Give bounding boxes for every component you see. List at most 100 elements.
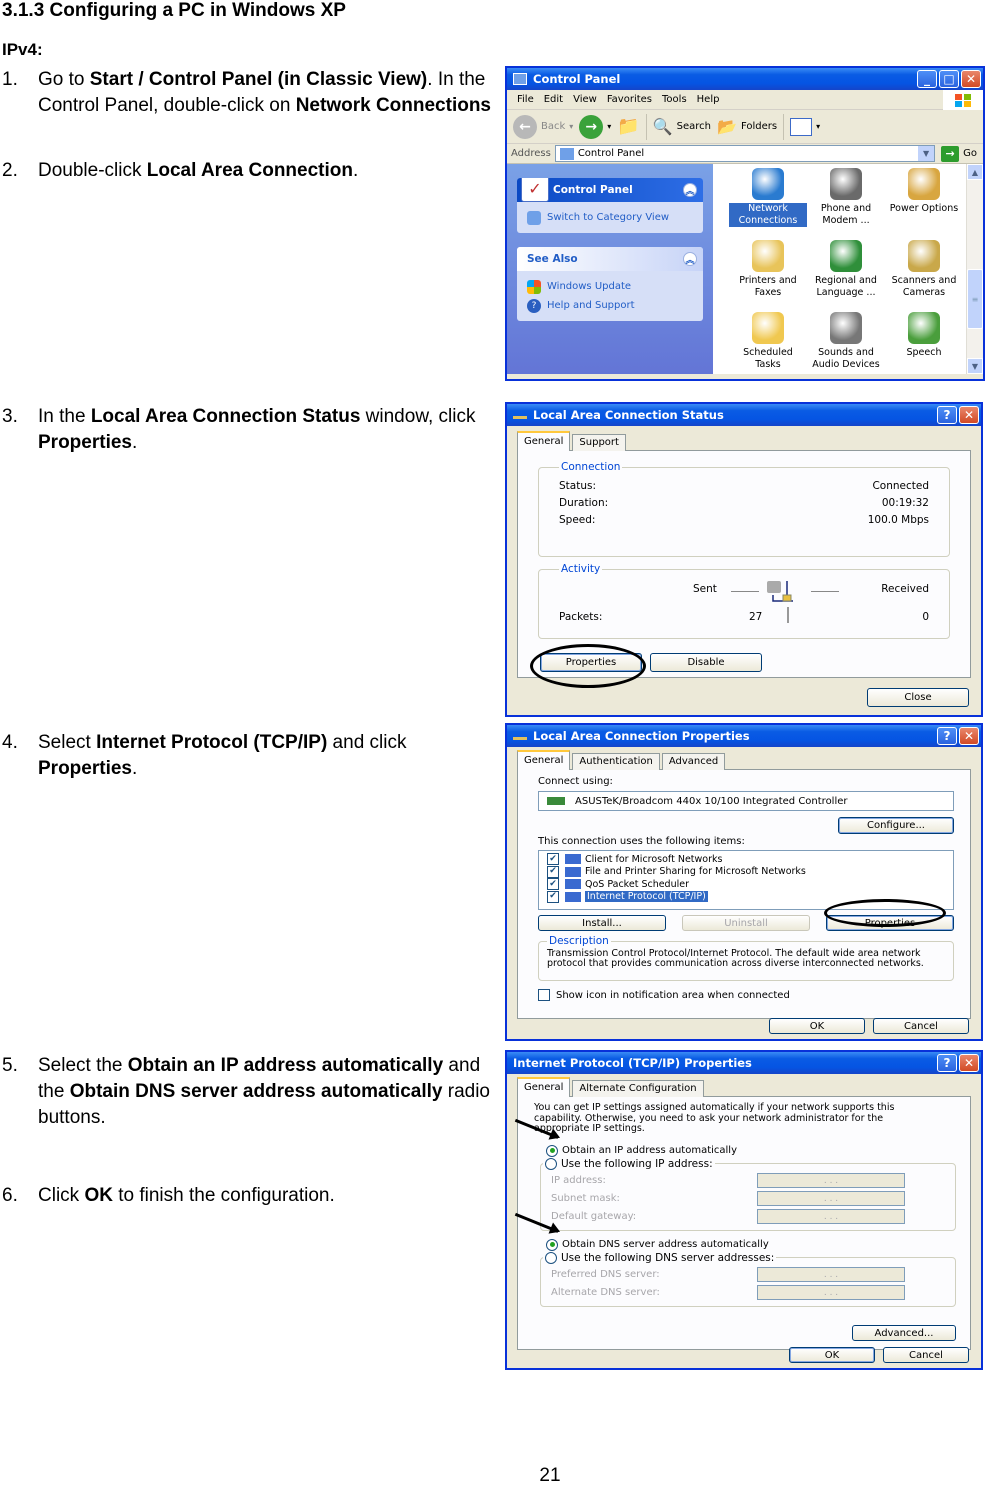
tab-support[interactable]: Support [572, 434, 626, 451]
help-button[interactable]: ? [937, 406, 957, 424]
back-button[interactable]: ← Back ▾ [513, 114, 573, 139]
ok-button[interactable]: OK [789, 1347, 875, 1363]
menu-help[interactable]: Help [697, 94, 720, 105]
help-support-link[interactable]: ? Help and Support [527, 296, 693, 315]
forward-button[interactable]: → ▾ [579, 114, 611, 139]
tab-general[interactable]: General [517, 1077, 571, 1097]
component-checkbox[interactable]: ✔ [547, 890, 559, 903]
cancel-button[interactable]: Cancel [873, 1018, 969, 1034]
search-button[interactable]: 🔍 Search [653, 117, 711, 136]
menu-favorites[interactable]: Favorites [607, 94, 652, 105]
control-panel-item[interactable]: Regional and Language ... [807, 240, 885, 306]
control-panel-items: Network Connections Phone and Modem ... Po… [713, 164, 983, 374]
menu-file[interactable]: File [517, 94, 534, 105]
ip-address-input: . . . [757, 1285, 905, 1300]
obtain-ip-radio[interactable]: Obtain an IP address automatically [546, 1144, 956, 1157]
windows-update-link[interactable]: Windows Update [527, 277, 693, 296]
configure-button[interactable]: Configure... [838, 817, 954, 834]
network-component-icon [565, 866, 581, 877]
control-panel-item[interactable]: Network Connections [729, 168, 807, 234]
page-number: 21 [539, 1465, 561, 1486]
tab-general[interactable]: General [517, 750, 571, 770]
control-panel-item[interactable]: Speech [885, 312, 963, 378]
obtain-dns-radio[interactable]: Obtain DNS server address automatically [546, 1238, 956, 1251]
switch-category-view-link[interactable]: Switch to Category View [527, 208, 693, 227]
activity-group: Activity Sent Received Packets: 27 0 [538, 563, 950, 639]
category-view-icon [527, 210, 541, 225]
views-icon [790, 117, 813, 136]
status-row: Status: Connected [559, 479, 929, 492]
section-heading: 3.1.3 Configuring a PC in Windows XP [2, 0, 346, 21]
maximize-button[interactable]: □ [939, 70, 959, 88]
use-dns-radio[interactable]: Use the following DNS server addresses: [545, 1251, 774, 1264]
cancel-button[interactable]: Cancel [883, 1347, 969, 1363]
network-icon [513, 732, 527, 740]
menu-edit[interactable]: Edit [544, 94, 563, 105]
disable-button[interactable]: Disable [650, 653, 762, 672]
step-text: Select Internet Protocol (TCP/IP) and cl… [38, 732, 407, 779]
help-icon: ? [527, 298, 541, 313]
step-5: 5. Select the Obtain an IP address automa… [2, 1053, 492, 1131]
scroll-thumb[interactable]: ≡ [967, 269, 983, 329]
go-button[interactable]: → Go [941, 145, 977, 162]
address-input[interactable]: Control Panel ▼ [554, 145, 936, 162]
tab-authentication[interactable]: Authentication [572, 753, 660, 770]
network-icon [513, 411, 527, 419]
titlebar: Control Panel _ □ ✕ [507, 68, 983, 90]
control-panel-item-label: Regional and Language ... [815, 275, 877, 298]
close-button[interactable]: ✕ [959, 727, 979, 745]
close-button[interactable]: ✕ [959, 406, 979, 424]
component-checkbox[interactable]: ✔ [547, 865, 559, 878]
control-panel-item[interactable]: Sounds and Audio Devices [807, 312, 885, 378]
description-text: Transmission Control Protocol/Internet P… [547, 948, 924, 969]
help-button[interactable]: ? [937, 1054, 957, 1072]
control-panel-item-label: Scanners and Cameras [891, 275, 957, 298]
control-panel-item-icon [908, 168, 940, 200]
control-panel-item[interactable]: Printers and Faxes [729, 240, 807, 306]
tab-advanced[interactable]: Advanced [661, 753, 726, 770]
advanced-button[interactable]: Advanced... [852, 1325, 956, 1341]
component-item[interactable]: ✔ QoS Packet Scheduler [547, 878, 945, 891]
close-button[interactable]: ✕ [959, 1054, 979, 1072]
up-folder-icon[interactable]: 📁 [617, 116, 639, 137]
show-icon-checkbox[interactable]: Show icon in notification area when conn… [538, 989, 954, 1001]
folders-button[interactable]: 📂 Folders [717, 117, 777, 136]
back-arrow-icon: ← [513, 114, 537, 139]
control-panel-item[interactable]: Scanners and Cameras [885, 240, 963, 306]
scroll-down-icon[interactable]: ▼ [967, 358, 983, 374]
ip-field-row: Default gateway:. . . [551, 1208, 945, 1226]
duration-value: 00:19:32 [881, 496, 929, 509]
scroll-up-icon[interactable]: ▲ [967, 164, 983, 180]
component-item[interactable]: ✔ File and Printer Sharing for Microsoft … [547, 865, 945, 879]
minimize-button[interactable]: _ [917, 70, 937, 88]
collapse-icon[interactable]: ︽ [683, 252, 697, 266]
control-panel-item-icon [752, 168, 784, 200]
tab-general[interactable]: General [517, 431, 571, 451]
close-button[interactable]: ✕ [961, 70, 981, 88]
menu-view[interactable]: View [573, 94, 597, 105]
address-dropdown-icon[interactable]: ▼ [918, 146, 935, 161]
step-text: Select the Obtain an IP address automati… [38, 1055, 490, 1128]
control-panel-item[interactable]: Power Options [885, 168, 963, 234]
control-panel-item[interactable]: Phone and Modem ... [807, 168, 885, 234]
component-checkbox[interactable]: ✔ [547, 853, 559, 866]
menu-tools[interactable]: Tools [662, 94, 687, 105]
step-text: Click OK to finish the configuration. [38, 1185, 335, 1206]
use-ip-radio[interactable]: Use the following IP address: [545, 1157, 713, 1170]
dialog-title: Internet Protocol (TCP/IP) Properties [513, 1056, 752, 1070]
step-3: 3. In the Local Area Connection Status wi… [2, 404, 492, 456]
views-button[interactable]: ▾ [790, 117, 820, 136]
ok-button[interactable]: OK [769, 1018, 865, 1034]
step-text: Go to Start / Control Panel (in Classic … [38, 69, 492, 116]
vertical-scrollbar[interactable]: ▲ ≡ ▼ [966, 164, 983, 374]
help-button[interactable]: ? [937, 727, 957, 745]
collapse-icon[interactable]: ︽ [683, 183, 697, 197]
tab-alternate-configuration[interactable]: Alternate Configuration [572, 1080, 704, 1097]
close-dialog-button[interactable]: Close [867, 688, 969, 707]
install-button[interactable]: Install... [538, 915, 666, 931]
control-panel-item[interactable]: Scheduled Tasks [729, 312, 807, 378]
component-checkbox[interactable]: ✔ [547, 878, 559, 891]
ip-address-input: . . . [757, 1267, 905, 1282]
subheading: IPv4: [2, 40, 43, 59]
component-item[interactable]: ✔ Client for Microsoft Networks [547, 853, 945, 866]
